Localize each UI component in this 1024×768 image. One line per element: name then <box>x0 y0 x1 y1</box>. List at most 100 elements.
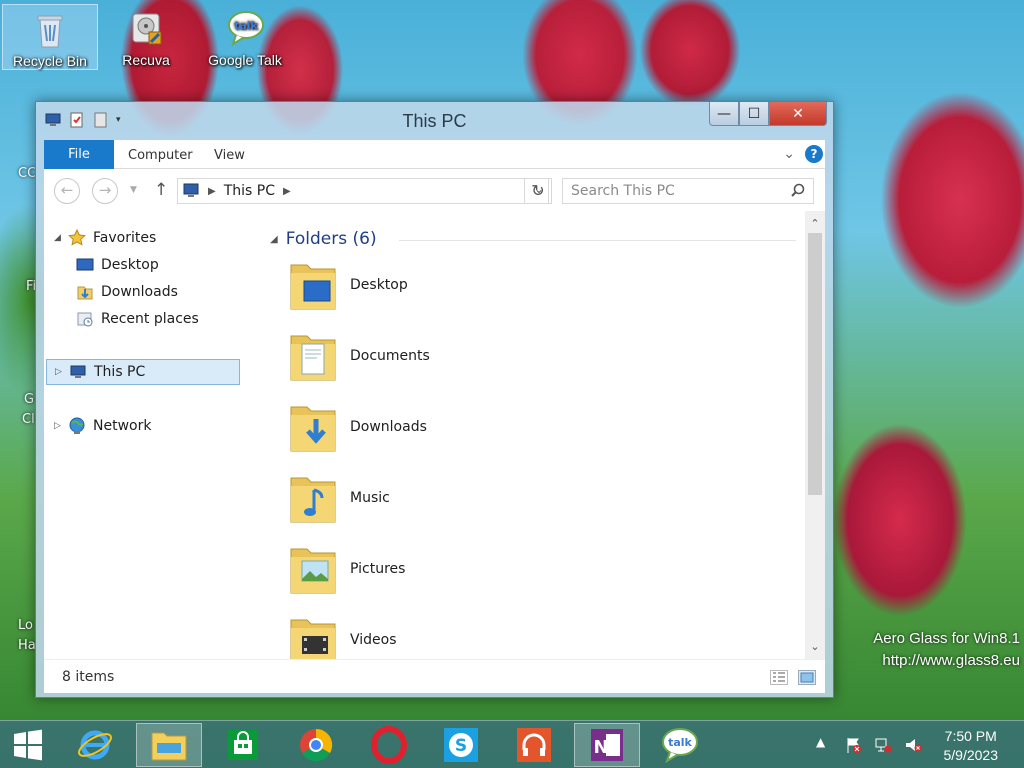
clock[interactable]: 7:50 PM 5/9/2023 <box>944 727 999 765</box>
svg-text:talk: talk <box>234 19 258 32</box>
search-icon <box>791 183 805 197</box>
taskbar-skype[interactable]: S <box>428 723 494 767</box>
desktop-icon-google-talk[interactable]: talk Google Talk <box>197 4 293 70</box>
taskbar-google-talk[interactable]: talk <box>646 723 712 767</box>
collapse-arrow-icon[interactable]: ◢ <box>54 233 68 243</box>
large-icons-view-button[interactable] <box>798 670 816 685</box>
details-view-button[interactable] <box>770 670 788 685</box>
nav-item-label: Desktop <box>101 257 159 273</box>
breadcrumb-this-pc[interactable]: This PC <box>224 183 275 199</box>
network-status-icon[interactable] <box>874 737 892 753</box>
svg-text:N: N <box>593 737 608 758</box>
refresh-button[interactable]: ↻ <box>524 178 552 204</box>
folder-item-pictures[interactable]: Pictures <box>288 537 405 601</box>
ribbon-tabs: File Computer View ⌄ ? <box>44 140 825 169</box>
window-controls: — ☐ ✕ <box>709 102 827 126</box>
nav-item-label: Recent places <box>101 311 199 327</box>
onenote-icon: N <box>591 729 623 761</box>
group-header[interactable]: ◢ Folders (6) <box>270 229 377 249</box>
scroll-up-arrow-icon[interactable]: ⌃ <box>805 217 825 230</box>
taskbar-chrome[interactable] <box>283 723 349 767</box>
folder-item-music[interactable]: Music <box>288 466 390 530</box>
tab-file[interactable]: File <box>44 140 114 169</box>
maximize-button[interactable]: ☐ <box>739 102 769 126</box>
content-area: ◢ Favorites Desktop Downloads Recent pla… <box>44 211 825 659</box>
address-bar[interactable]: ▶ This PC ▶ ⌄ <box>177 178 549 204</box>
nav-item-label: This PC <box>94 364 146 380</box>
downloads-icon <box>76 283 94 301</box>
navigation-pane: ◢ Favorites Desktop Downloads Recent pla… <box>44 211 244 659</box>
nav-item-label: Network <box>93 418 152 434</box>
scrollbar-thumb[interactable] <box>808 233 822 495</box>
item-count: 8 items <box>62 669 115 685</box>
taskbar-file-explorer[interactable] <box>136 723 202 767</box>
recent-places-icon <box>76 310 94 328</box>
navigation-bar: ← → ▼ ↑ ▶ This PC ▶ ⌄ ↻ <box>44 169 825 211</box>
desktop-folder-icon <box>288 255 338 315</box>
watermark-url: http://www.glass8.eu <box>882 652 1020 669</box>
desktop-icon-recycle-bin[interactable]: Recycle Bin <box>2 4 98 70</box>
expand-arrow-icon[interactable]: ▷ <box>55 367 69 377</box>
start-button[interactable] <box>0 723 56 767</box>
title-bar[interactable]: ▾ This PC — ☐ ✕ <box>36 102 833 140</box>
pictures-folder-icon <box>288 539 338 599</box>
recycle-bin-icon <box>31 11 69 49</box>
watermark-line: Aero Glass for Win8.1 <box>873 630 1020 647</box>
store-icon <box>228 730 258 760</box>
nav-item-favorites[interactable]: ◢ Favorites <box>54 225 156 251</box>
details-view-icon <box>773 672 785 682</box>
tab-computer[interactable]: Computer <box>128 140 193 169</box>
close-button[interactable]: ✕ <box>769 102 827 126</box>
desktop-icon-recuva[interactable]: Recuva <box>98 4 194 70</box>
folder-label: Videos <box>350 632 397 648</box>
nav-item-this-pc[interactable]: ▷ This PC <box>46 359 240 385</box>
windows-logo-icon <box>14 729 42 761</box>
nav-item-downloads[interactable]: Downloads <box>76 279 178 305</box>
expand-arrow-icon[interactable]: ▷ <box>54 421 68 431</box>
vertical-scrollbar[interactable]: ⌃ ⌄ <box>805 211 825 659</box>
breadcrumb-separator-icon[interactable]: ▶ <box>283 186 291 197</box>
headphones-icon <box>517 728 551 762</box>
google-talk-icon: talk <box>226 10 264 48</box>
breadcrumb-separator-icon[interactable]: ▶ <box>208 186 216 197</box>
folder-item-downloads[interactable]: Downloads <box>288 395 427 459</box>
taskbar-store[interactable] <box>210 723 276 767</box>
taskbar-onenote[interactable]: N <box>574 723 640 767</box>
internet-explorer-icon <box>78 730 112 760</box>
folder-item-documents[interactable]: Documents <box>288 324 430 388</box>
taskbar-internet-explorer[interactable] <box>62 723 128 767</box>
action-center-flag-icon[interactable] <box>844 737 862 753</box>
expand-ribbon-chevron-icon[interactable]: ⌄ <box>783 146 795 162</box>
desktop-partial-label: G <box>24 392 35 407</box>
this-pc-icon <box>183 183 199 197</box>
nav-item-recent-places[interactable]: Recent places <box>76 306 199 332</box>
volume-muted-icon[interactable] <box>904 737 922 753</box>
desktop-partial-label: Cl <box>22 412 35 427</box>
help-icon[interactable]: ? <box>805 145 823 163</box>
taskbar-music[interactable] <box>501 723 567 767</box>
taskbar-opera[interactable] <box>356 723 422 767</box>
explorer-window: ▾ This PC — ☐ ✕ File Computer View ⌄ ? ←… <box>35 101 834 698</box>
tab-view[interactable]: View <box>214 140 245 169</box>
search-input[interactable] <box>562 178 814 204</box>
clock-time: 7:50 PM <box>944 728 997 744</box>
recent-locations-chevron-icon[interactable]: ▼ <box>130 185 137 195</box>
file-list: ◢ Folders (6) Desktop Documents Downloads M… <box>264 211 804 659</box>
google-talk-icon: talk <box>662 728 698 764</box>
forward-button[interactable]: → <box>92 178 118 204</box>
show-hidden-icons-chevron-icon[interactable]: ▲ <box>816 735 834 751</box>
nav-item-network[interactable]: ▷ Network <box>54 413 151 439</box>
status-bar: 8 items <box>44 659 825 693</box>
minimize-button[interactable]: — <box>709 102 739 126</box>
folder-item-desktop[interactable]: Desktop <box>288 253 408 317</box>
scroll-down-arrow-icon[interactable]: ⌄ <box>805 640 825 653</box>
back-button[interactable]: ← <box>54 178 80 204</box>
folder-item-videos[interactable]: Videos <box>288 608 397 659</box>
network-icon <box>68 417 86 435</box>
folder-label: Desktop <box>350 277 408 293</box>
collapse-group-icon[interactable]: ◢ <box>270 234 278 245</box>
up-button[interactable]: ↑ <box>154 180 168 200</box>
nav-item-desktop[interactable]: Desktop <box>76 252 159 278</box>
this-pc-icon <box>69 363 87 381</box>
star-icon <box>68 228 86 247</box>
